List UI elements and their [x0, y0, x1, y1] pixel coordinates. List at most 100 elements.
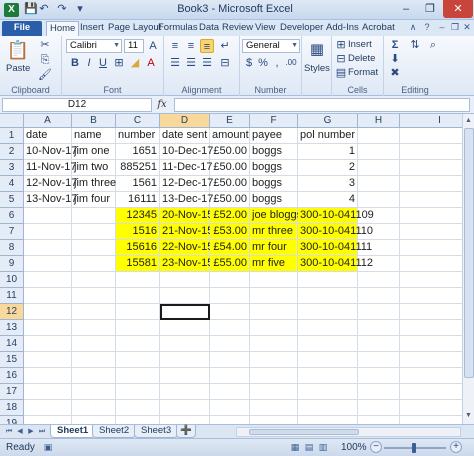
- cell-h3[interactable]: [358, 160, 400, 176]
- cell-h9[interactable]: [358, 256, 400, 272]
- align-center-icon[interactable]: ☰: [184, 56, 198, 70]
- cell-e6[interactable]: £52.00: [210, 208, 250, 224]
- cell-g16[interactable]: [298, 368, 358, 384]
- restore-icon[interactable]: ❐: [418, 0, 442, 18]
- insert-cells-icon[interactable]: ⊞: [334, 38, 348, 52]
- insert-button[interactable]: Insert: [348, 39, 372, 50]
- cell-d16[interactable]: [160, 368, 210, 384]
- tab-insert[interactable]: Insert: [80, 21, 104, 36]
- cell-c8[interactable]: 15616: [116, 240, 160, 256]
- customize-qat-icon[interactable]: ▾: [74, 3, 86, 16]
- row-header-3[interactable]: 3: [0, 160, 24, 176]
- tab-page-layout[interactable]: Page Layout: [108, 21, 161, 36]
- cell-a8[interactable]: [24, 240, 72, 256]
- percent-button[interactable]: %: [256, 56, 270, 70]
- cell-h1[interactable]: [358, 128, 400, 144]
- cell-a2[interactable]: 10-Nov-17: [24, 144, 77, 160]
- cell-c2[interactable]: 1651: [116, 144, 160, 160]
- cell-d9[interactable]: 23-Nov-15: [160, 256, 213, 272]
- cell-e7[interactable]: £53.00: [210, 224, 250, 240]
- cell-f15[interactable]: [250, 352, 298, 368]
- cell-g8[interactable]: 300-10-041111: [298, 240, 372, 256]
- tab-file[interactable]: File: [2, 21, 42, 36]
- comma-button[interactable]: ,: [270, 56, 284, 70]
- cell-c15[interactable]: [116, 352, 160, 368]
- row-header-4[interactable]: 4: [0, 176, 24, 192]
- cell-g9[interactable]: 300-10-041112: [298, 256, 373, 272]
- cell-i17[interactable]: [400, 384, 462, 400]
- column-header-c[interactable]: C: [116, 114, 160, 128]
- row-header-18[interactable]: 18: [0, 400, 24, 416]
- borders-icon[interactable]: ⊞: [112, 56, 126, 70]
- page-break-view-icon[interactable]: ▥: [317, 442, 329, 453]
- column-header-d[interactable]: D: [160, 114, 210, 128]
- wrap-text-icon[interactable]: ↵: [218, 39, 232, 53]
- cell-i7[interactable]: [400, 224, 462, 240]
- cell-d11[interactable]: [160, 288, 210, 304]
- sheet-tab-sheet2[interactable]: Sheet2: [92, 425, 137, 438]
- align-bottom-icon[interactable]: ≡: [200, 39, 214, 53]
- row-header-2[interactable]: 2: [0, 144, 24, 160]
- cell-e1[interactable]: amount: [210, 128, 250, 144]
- cell-d15[interactable]: [160, 352, 210, 368]
- cell-f3[interactable]: boggs: [250, 160, 298, 176]
- cell-f6[interactable]: joe bloggs: [250, 208, 302, 224]
- cell-i5[interactable]: [400, 192, 462, 208]
- undo-icon[interactable]: ↶: [38, 3, 50, 16]
- cell-d6[interactable]: 20-Nov-15: [160, 208, 213, 224]
- sheet-tab-sheet1[interactable]: Sheet1: [50, 425, 96, 438]
- cell-c10[interactable]: [116, 272, 160, 288]
- last-sheet-icon[interactable]: ⏭: [37, 426, 47, 437]
- column-header-h[interactable]: H: [358, 114, 400, 128]
- cell-c6[interactable]: 12345: [116, 208, 160, 224]
- cell-d13[interactable]: [160, 320, 210, 336]
- cell-d2[interactable]: 10-Dec-17: [160, 144, 213, 160]
- align-top-icon[interactable]: ≡: [168, 39, 182, 53]
- sheet-tab-sheet3[interactable]: Sheet3: [134, 425, 179, 438]
- cell-e8[interactable]: £54.00: [210, 240, 250, 256]
- cell-i8[interactable]: [400, 240, 462, 256]
- cell-i15[interactable]: [400, 352, 462, 368]
- cell-a12[interactable]: [24, 304, 72, 320]
- row-header-19[interactable]: 19: [0, 416, 24, 424]
- cell-a16[interactable]: [24, 368, 72, 384]
- cell-b13[interactable]: [72, 320, 116, 336]
- cell-c5[interactable]: 16111: [116, 192, 160, 208]
- cell-g19[interactable]: [298, 416, 358, 424]
- cell-a17[interactable]: [24, 384, 72, 400]
- cell-i1[interactable]: [400, 128, 462, 144]
- tab-add-ins[interactable]: Add-Ins: [326, 21, 359, 36]
- cell-g12[interactable]: [298, 304, 358, 320]
- cell-d4[interactable]: 12-Dec-17: [160, 176, 213, 192]
- cell-f4[interactable]: boggs: [250, 176, 298, 192]
- cell-a5[interactable]: 13-Nov-17: [24, 192, 77, 208]
- tab-data[interactable]: Data: [199, 21, 219, 36]
- cell-d1[interactable]: date sent: [160, 128, 210, 144]
- redo-icon[interactable]: ↷: [56, 3, 68, 16]
- scroll-up-icon[interactable]: ▲: [463, 115, 474, 127]
- page-layout-view-icon[interactable]: ▤: [303, 442, 315, 453]
- cell-d18[interactable]: [160, 400, 210, 416]
- cell-h19[interactable]: [358, 416, 400, 424]
- row-header-12[interactable]: 12: [0, 304, 24, 320]
- cell-i2[interactable]: [400, 144, 462, 160]
- tab-acrobat[interactable]: Acrobat: [362, 21, 395, 36]
- cell-c19[interactable]: [116, 416, 160, 424]
- cell-b19[interactable]: [72, 416, 116, 424]
- cell-i9[interactable]: [400, 256, 462, 272]
- cell-a11[interactable]: [24, 288, 72, 304]
- cell-e18[interactable]: [210, 400, 250, 416]
- cell-a14[interactable]: [24, 336, 72, 352]
- cell-g5[interactable]: 4: [298, 192, 358, 208]
- window-close-icon[interactable]: ✕: [462, 22, 472, 33]
- row-header-14[interactable]: 14: [0, 336, 24, 352]
- row-header-1[interactable]: 1: [0, 128, 24, 144]
- cell-e10[interactable]: [210, 272, 250, 288]
- column-header-b[interactable]: B: [72, 114, 116, 128]
- cell-i13[interactable]: [400, 320, 462, 336]
- cell-i12[interactable]: [400, 304, 462, 320]
- cell-g15[interactable]: [298, 352, 358, 368]
- sort-filter-icon[interactable]: ⇅: [408, 38, 422, 52]
- select-all-button[interactable]: [0, 114, 24, 128]
- column-header-a[interactable]: A: [24, 114, 72, 128]
